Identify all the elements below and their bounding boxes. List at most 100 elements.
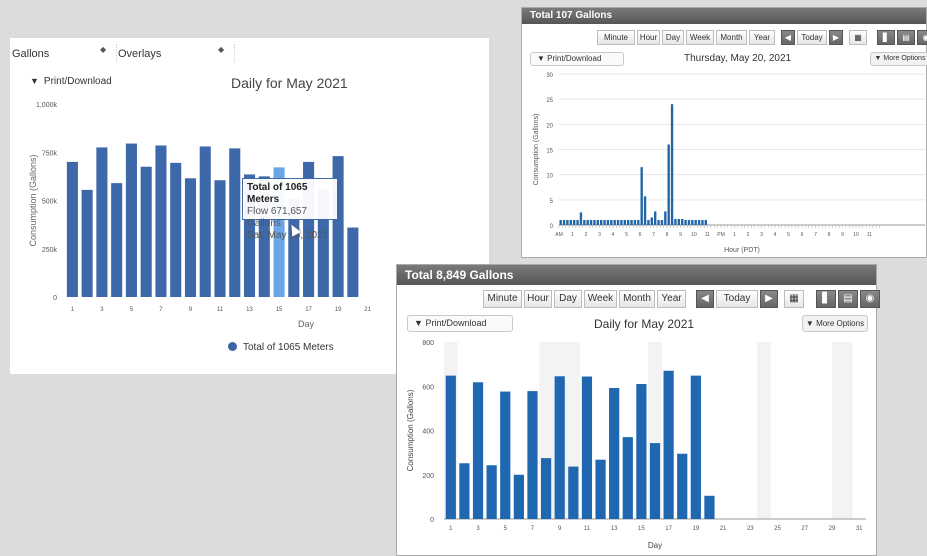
x-tick-label: 11 <box>705 232 710 238</box>
bar <box>214 180 226 297</box>
bar <box>184 178 197 297</box>
x-tick-label: 3 <box>476 526 480 532</box>
x-tick-label: 10 <box>691 232 697 238</box>
bar <box>670 104 674 225</box>
bar <box>610 219 613 225</box>
y-tick-label: 200 <box>422 473 434 480</box>
x-tick-label: 5 <box>625 232 628 238</box>
x-tick-label: 4 <box>612 232 615 238</box>
x-tick-label: 9 <box>558 526 562 532</box>
x-tick-label: 7 <box>814 232 817 238</box>
bar <box>647 219 650 225</box>
x-tick-label: 15 <box>276 307 283 313</box>
x-tick-label: 15 <box>638 526 645 532</box>
y-tick-label: 25 <box>546 98 553 104</box>
bar <box>674 218 677 225</box>
x-tick-label: 1 <box>71 307 75 313</box>
x-tick-label: 19 <box>692 526 699 532</box>
y-tick-label: 5 <box>550 199 554 205</box>
x-axis-label: Hour (PDT) <box>724 247 760 254</box>
bar <box>527 391 538 519</box>
bar <box>472 382 484 519</box>
bar <box>640 167 643 225</box>
x-tick-label: 21 <box>364 307 371 313</box>
y-tick-label: 250k <box>42 247 58 254</box>
x-tick-label: 5 <box>130 307 134 313</box>
bar <box>609 388 620 519</box>
bar <box>140 166 152 297</box>
bar <box>650 217 653 225</box>
bar <box>663 370 674 519</box>
x-tick-label: 3 <box>598 232 601 238</box>
x-tick-label: 4 <box>774 232 777 238</box>
y-tick-label: 400 <box>422 429 434 436</box>
y-axis-label: Consumption (Gallons) <box>28 154 38 246</box>
bar <box>690 375 701 519</box>
bar <box>623 219 626 225</box>
bar <box>576 219 579 225</box>
bar <box>622 437 633 519</box>
bar <box>654 211 657 225</box>
bar <box>583 219 586 225</box>
bar <box>627 219 630 225</box>
x-tick-label: 6 <box>639 232 642 238</box>
x-tick-label: 5 <box>787 232 790 238</box>
bar <box>600 219 603 225</box>
y-tick-label: 500k <box>42 199 58 206</box>
x-tick-label: 11 <box>867 232 872 238</box>
bar <box>513 474 524 519</box>
x-tick-label: 13 <box>611 526 618 532</box>
bar <box>562 219 566 225</box>
y-tick-label: 20 <box>546 123 553 129</box>
x-tick-label: 1 <box>733 232 736 238</box>
bar <box>170 162 182 297</box>
x-axis-label: Day <box>298 319 315 329</box>
x-axis-label: Day <box>648 541 662 550</box>
bar <box>613 219 616 225</box>
y-tick-label: 0 <box>550 224 554 230</box>
bar <box>595 459 606 519</box>
bar <box>701 219 704 225</box>
bar <box>593 219 596 225</box>
bar <box>566 219 569 225</box>
x-tick-label: 11 <box>584 526 591 532</box>
bar <box>81 189 93 297</box>
y-tick-label: 0 <box>53 295 57 302</box>
bar <box>606 219 610 225</box>
x-tick-label: 13 <box>246 307 253 313</box>
x-tick-label: 1 <box>571 232 574 238</box>
bar <box>569 219 572 225</box>
x-tick-label: 2 <box>747 232 750 238</box>
bar <box>704 219 707 225</box>
chart-2-svg: 0 5 10 15 20 25 30 AM 1 2 3 4 5 6 7 8 9 10 11 PM 1 2 3 4 5 6 7 8 9 10… <box>533 73 925 254</box>
x-tick-label: 29 <box>829 526 836 532</box>
x-tick-label: 19 <box>335 307 342 313</box>
x-tick-label: 2 <box>585 232 588 238</box>
y-tick-label: 600 <box>422 384 434 391</box>
bar <box>637 219 640 225</box>
x-tick-label: 8 <box>828 232 831 238</box>
x-tick-label: 1 <box>449 526 453 532</box>
y-tick-label: 15 <box>546 149 553 155</box>
x-tick-label: 8 <box>666 232 669 238</box>
bar <box>573 219 576 225</box>
bar <box>568 466 579 519</box>
bar <box>630 219 633 225</box>
bar <box>684 219 687 225</box>
bar <box>589 219 593 225</box>
bar <box>500 391 511 519</box>
x-tick-label: 10 <box>853 232 859 238</box>
bar <box>596 219 599 225</box>
bar <box>664 211 667 225</box>
x-tick-label: 11 <box>217 307 224 313</box>
x-tick-label: 31 <box>856 526 863 532</box>
bar <box>347 227 359 297</box>
y-tick-label: 800 <box>422 340 434 347</box>
bar <box>581 376 593 519</box>
bar <box>657 219 660 225</box>
x-tick-label: 9 <box>841 232 844 238</box>
bar <box>687 219 691 225</box>
x-tick-label: 7 <box>531 526 535 532</box>
bar <box>486 465 497 519</box>
bar <box>681 218 684 225</box>
